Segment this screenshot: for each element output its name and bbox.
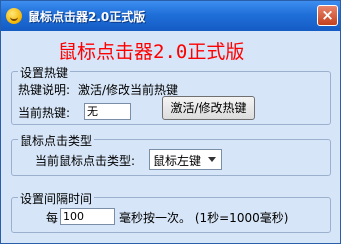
click-type-selected-value: 鼠标左键 [153, 154, 202, 168]
click-type-label: 当前鼠标点击类型: [35, 154, 136, 168]
interval-prefix-label: 每 [46, 211, 59, 225]
app-heading: 鼠标点击器2.0正式版 [58, 41, 245, 63]
interval-input[interactable]: 100 [60, 208, 115, 225]
smiley-app-icon [6, 8, 22, 24]
current-hotkey-label: 当前热键: [18, 106, 71, 120]
title-bar[interactable]: 鼠标点击器2.0正式版 × [1, 1, 340, 31]
activate-hotkey-button[interactable]: 激活/修改热键 [162, 96, 255, 120]
click-type-group: 鼠标点击类型 当前鼠标点击类型: 鼠标左键 [11, 132, 331, 176]
hotkey-group-title: 设置热键 [18, 64, 71, 81]
app-window: 鼠标点击器2.0正式版 × 鼠标点击器2.0正式版 设置热键 热键说明: 激活/… [0, 0, 341, 244]
close-button[interactable]: × [317, 5, 338, 26]
hotkey-description-label: 热键说明: [18, 83, 71, 97]
interval-group-title: 设置间隔时间 [18, 190, 95, 207]
interval-suffix-label: 毫秒按一次。 (1秒=1000毫秒) [119, 211, 289, 225]
window-title: 鼠标点击器2.0正式版 [28, 10, 146, 24]
interval-group: 设置间隔时间 每 100 毫秒按一次。 (1秒=1000毫秒) [11, 190, 331, 233]
current-hotkey-field[interactable]: 无 [84, 103, 131, 120]
click-type-group-title: 鼠标点击类型 [18, 132, 95, 149]
chevron-down-icon[interactable] [208, 157, 216, 162]
click-type-select[interactable]: 鼠标左键 [149, 149, 222, 170]
client-area: 鼠标点击器2.0正式版 设置热键 热键说明: 激活/修改当前热键 当前热键: 无… [4, 31, 337, 241]
hotkey-group: 设置热键 热键说明: 激活/修改当前热键 当前热键: 无 激活/修改热键 [11, 64, 331, 125]
